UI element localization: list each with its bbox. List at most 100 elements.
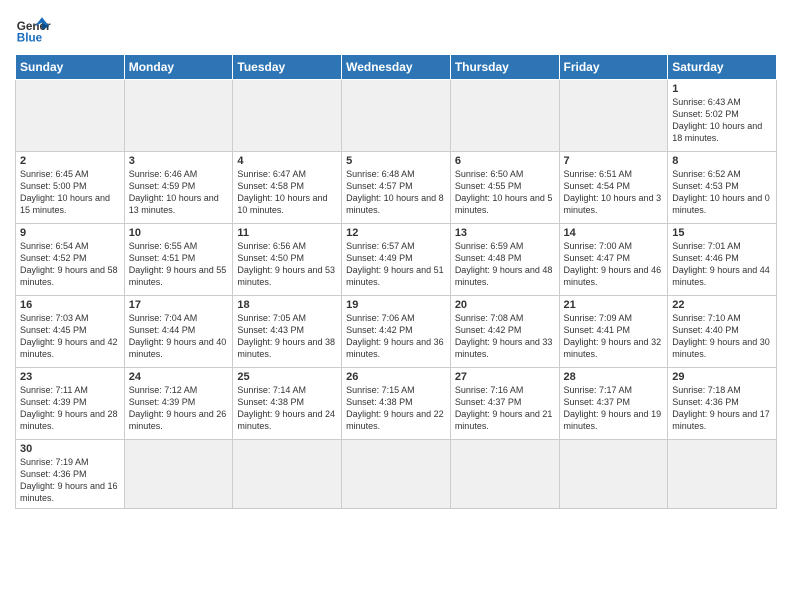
svg-text:Blue: Blue xyxy=(17,32,43,45)
day-number: 1 xyxy=(672,83,772,95)
day-number: 14 xyxy=(564,227,664,239)
day-info: Sunrise: 6:57 AM Sunset: 4:49 PM Dayligh… xyxy=(346,240,446,289)
calendar-day-empty xyxy=(16,80,125,152)
calendar-week-6: 30Sunrise: 7:19 AM Sunset: 4:36 PM Dayli… xyxy=(16,440,777,509)
calendar-day-24: 24Sunrise: 7:12 AM Sunset: 4:39 PM Dayli… xyxy=(124,368,233,440)
logo-icon: General Blue xyxy=(15,10,51,46)
calendar-table: SundayMondayTuesdayWednesdayThursdayFrid… xyxy=(15,54,777,509)
day-info: Sunrise: 7:08 AM Sunset: 4:42 PM Dayligh… xyxy=(455,312,555,361)
day-info: Sunrise: 7:14 AM Sunset: 4:38 PM Dayligh… xyxy=(237,384,337,433)
calendar-day-27: 27Sunrise: 7:16 AM Sunset: 4:37 PM Dayli… xyxy=(450,368,559,440)
day-number: 16 xyxy=(20,299,120,311)
day-number: 18 xyxy=(237,299,337,311)
calendar-day-13: 13Sunrise: 6:59 AM Sunset: 4:48 PM Dayli… xyxy=(450,224,559,296)
day-number: 4 xyxy=(237,155,337,167)
calendar-day-1: 1Sunrise: 6:43 AM Sunset: 5:02 PM Daylig… xyxy=(668,80,777,152)
day-number: 26 xyxy=(346,371,446,383)
calendar-day-empty xyxy=(124,80,233,152)
calendar-day-14: 14Sunrise: 7:00 AM Sunset: 4:47 PM Dayli… xyxy=(559,224,668,296)
weekday-header-sunday: Sunday xyxy=(16,55,125,80)
day-info: Sunrise: 6:55 AM Sunset: 4:51 PM Dayligh… xyxy=(129,240,229,289)
day-number: 10 xyxy=(129,227,229,239)
day-info: Sunrise: 7:11 AM Sunset: 4:39 PM Dayligh… xyxy=(20,384,120,433)
day-info: Sunrise: 6:51 AM Sunset: 4:54 PM Dayligh… xyxy=(564,168,664,217)
calendar-page: General Blue SundayMondayTuesdayWednesda… xyxy=(0,0,792,612)
day-number: 3 xyxy=(129,155,229,167)
calendar-day-30: 30Sunrise: 7:19 AM Sunset: 4:36 PM Dayli… xyxy=(16,440,125,509)
calendar-week-1: 1Sunrise: 6:43 AM Sunset: 5:02 PM Daylig… xyxy=(16,80,777,152)
day-info: Sunrise: 7:06 AM Sunset: 4:42 PM Dayligh… xyxy=(346,312,446,361)
weekday-header-thursday: Thursday xyxy=(450,55,559,80)
calendar-day-12: 12Sunrise: 6:57 AM Sunset: 4:49 PM Dayli… xyxy=(342,224,451,296)
weekday-header-tuesday: Tuesday xyxy=(233,55,342,80)
day-info: Sunrise: 7:19 AM Sunset: 4:36 PM Dayligh… xyxy=(20,456,120,505)
day-info: Sunrise: 6:52 AM Sunset: 4:53 PM Dayligh… xyxy=(672,168,772,217)
day-number: 21 xyxy=(564,299,664,311)
calendar-day-10: 10Sunrise: 6:55 AM Sunset: 4:51 PM Dayli… xyxy=(124,224,233,296)
day-number: 20 xyxy=(455,299,555,311)
calendar-day-8: 8Sunrise: 6:52 AM Sunset: 4:53 PM Daylig… xyxy=(668,152,777,224)
calendar-day-empty xyxy=(233,440,342,509)
day-number: 8 xyxy=(672,155,772,167)
day-number: 2 xyxy=(20,155,120,167)
day-number: 23 xyxy=(20,371,120,383)
calendar-day-22: 22Sunrise: 7:10 AM Sunset: 4:40 PM Dayli… xyxy=(668,296,777,368)
day-info: Sunrise: 7:16 AM Sunset: 4:37 PM Dayligh… xyxy=(455,384,555,433)
calendar-day-17: 17Sunrise: 7:04 AM Sunset: 4:44 PM Dayli… xyxy=(124,296,233,368)
calendar-day-20: 20Sunrise: 7:08 AM Sunset: 4:42 PM Dayli… xyxy=(450,296,559,368)
day-info: Sunrise: 7:18 AM Sunset: 4:36 PM Dayligh… xyxy=(672,384,772,433)
day-info: Sunrise: 7:01 AM Sunset: 4:46 PM Dayligh… xyxy=(672,240,772,289)
day-info: Sunrise: 6:48 AM Sunset: 4:57 PM Dayligh… xyxy=(346,168,446,217)
calendar-day-21: 21Sunrise: 7:09 AM Sunset: 4:41 PM Dayli… xyxy=(559,296,668,368)
day-number: 25 xyxy=(237,371,337,383)
day-info: Sunrise: 7:15 AM Sunset: 4:38 PM Dayligh… xyxy=(346,384,446,433)
calendar-day-3: 3Sunrise: 6:46 AM Sunset: 4:59 PM Daylig… xyxy=(124,152,233,224)
day-number: 5 xyxy=(346,155,446,167)
calendar-day-23: 23Sunrise: 7:11 AM Sunset: 4:39 PM Dayli… xyxy=(16,368,125,440)
calendar-day-empty xyxy=(559,440,668,509)
day-info: Sunrise: 7:12 AM Sunset: 4:39 PM Dayligh… xyxy=(129,384,229,433)
calendar-day-empty xyxy=(233,80,342,152)
day-number: 9 xyxy=(20,227,120,239)
calendar-day-11: 11Sunrise: 6:56 AM Sunset: 4:50 PM Dayli… xyxy=(233,224,342,296)
weekday-header-monday: Monday xyxy=(124,55,233,80)
calendar-day-19: 19Sunrise: 7:06 AM Sunset: 4:42 PM Dayli… xyxy=(342,296,451,368)
header: General Blue xyxy=(15,10,777,46)
day-number: 11 xyxy=(237,227,337,239)
day-info: Sunrise: 7:00 AM Sunset: 4:47 PM Dayligh… xyxy=(564,240,664,289)
calendar-day-6: 6Sunrise: 6:50 AM Sunset: 4:55 PM Daylig… xyxy=(450,152,559,224)
day-info: Sunrise: 6:50 AM Sunset: 4:55 PM Dayligh… xyxy=(455,168,555,217)
calendar-day-empty xyxy=(450,80,559,152)
calendar-day-26: 26Sunrise: 7:15 AM Sunset: 4:38 PM Dayli… xyxy=(342,368,451,440)
calendar-day-empty xyxy=(124,440,233,509)
day-info: Sunrise: 7:09 AM Sunset: 4:41 PM Dayligh… xyxy=(564,312,664,361)
day-number: 28 xyxy=(564,371,664,383)
calendar-day-15: 15Sunrise: 7:01 AM Sunset: 4:46 PM Dayli… xyxy=(668,224,777,296)
day-number: 17 xyxy=(129,299,229,311)
day-number: 19 xyxy=(346,299,446,311)
day-info: Sunrise: 6:45 AM Sunset: 5:00 PM Dayligh… xyxy=(20,168,120,217)
calendar-day-7: 7Sunrise: 6:51 AM Sunset: 4:54 PM Daylig… xyxy=(559,152,668,224)
calendar-day-empty xyxy=(559,80,668,152)
day-number: 30 xyxy=(20,443,120,455)
day-info: Sunrise: 6:46 AM Sunset: 4:59 PM Dayligh… xyxy=(129,168,229,217)
day-number: 29 xyxy=(672,371,772,383)
day-number: 22 xyxy=(672,299,772,311)
calendar-day-empty xyxy=(668,440,777,509)
day-info: Sunrise: 6:59 AM Sunset: 4:48 PM Dayligh… xyxy=(455,240,555,289)
calendar-week-3: 9Sunrise: 6:54 AM Sunset: 4:52 PM Daylig… xyxy=(16,224,777,296)
calendar-day-empty xyxy=(450,440,559,509)
weekday-header-wednesday: Wednesday xyxy=(342,55,451,80)
day-info: Sunrise: 6:43 AM Sunset: 5:02 PM Dayligh… xyxy=(672,96,772,145)
day-number: 12 xyxy=(346,227,446,239)
weekday-header-friday: Friday xyxy=(559,55,668,80)
day-info: Sunrise: 6:56 AM Sunset: 4:50 PM Dayligh… xyxy=(237,240,337,289)
logo: General Blue xyxy=(15,10,51,46)
calendar-week-2: 2Sunrise: 6:45 AM Sunset: 5:00 PM Daylig… xyxy=(16,152,777,224)
day-number: 27 xyxy=(455,371,555,383)
calendar-day-28: 28Sunrise: 7:17 AM Sunset: 4:37 PM Dayli… xyxy=(559,368,668,440)
calendar-day-5: 5Sunrise: 6:48 AM Sunset: 4:57 PM Daylig… xyxy=(342,152,451,224)
day-number: 6 xyxy=(455,155,555,167)
calendar-day-18: 18Sunrise: 7:05 AM Sunset: 4:43 PM Dayli… xyxy=(233,296,342,368)
day-info: Sunrise: 7:05 AM Sunset: 4:43 PM Dayligh… xyxy=(237,312,337,361)
